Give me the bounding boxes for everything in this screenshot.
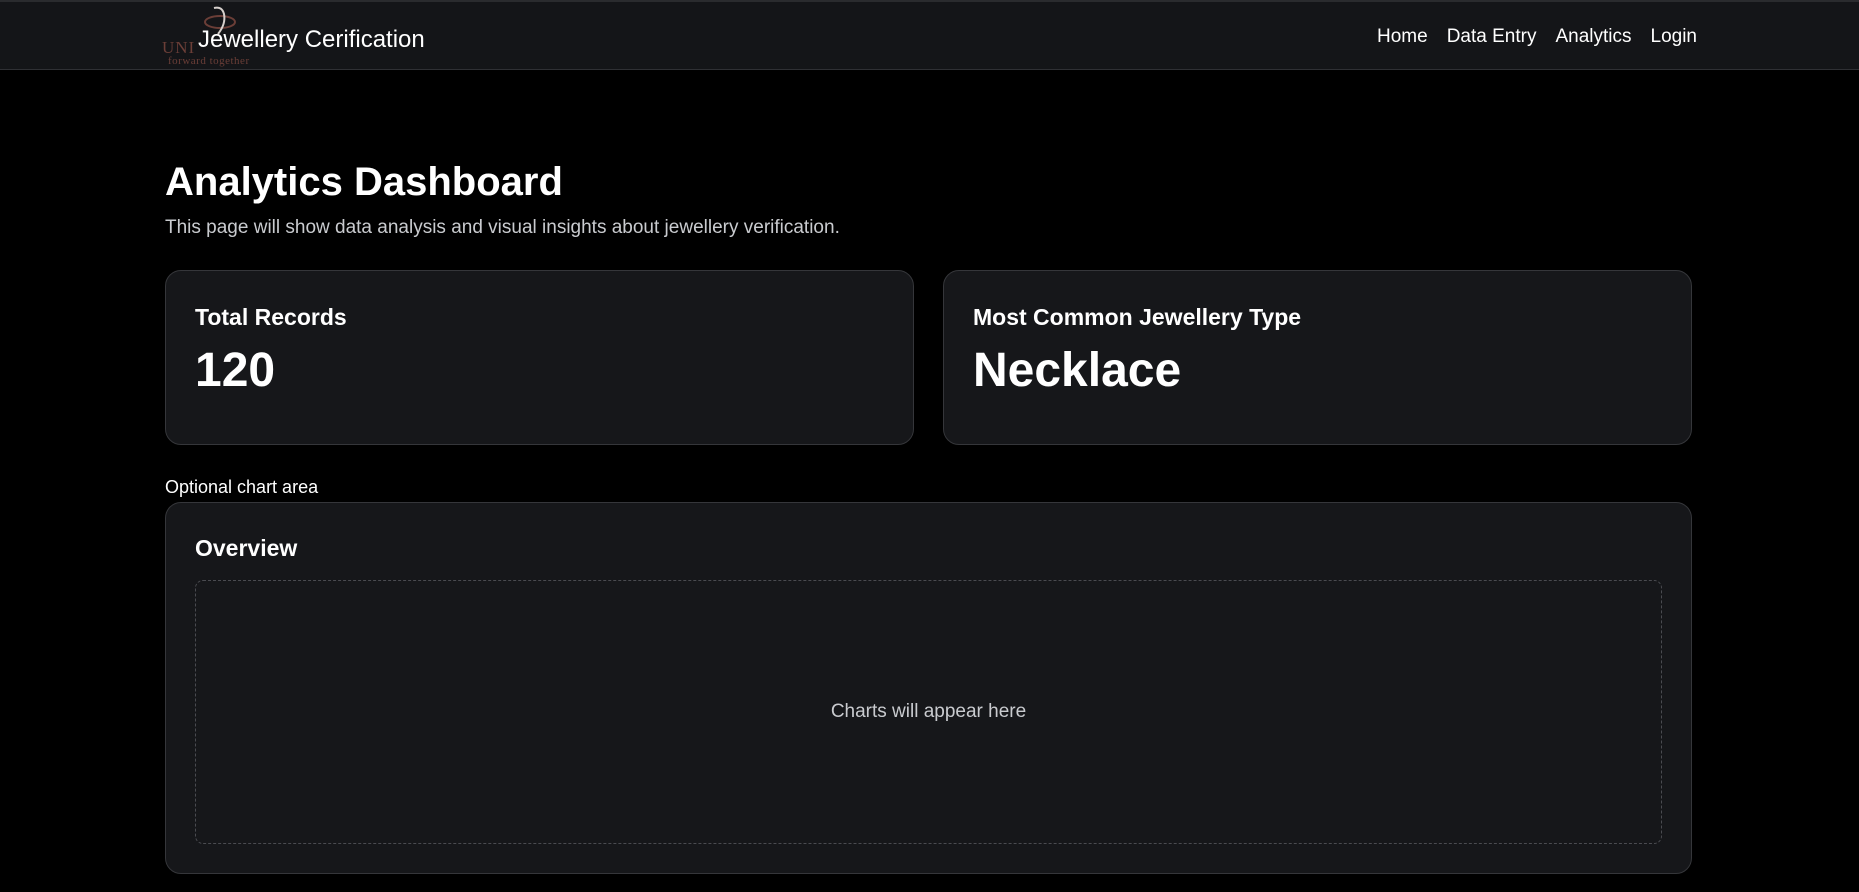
overview-card: Overview Charts will appear here xyxy=(165,502,1692,874)
nav-link-data-entry[interactable]: Data Entry xyxy=(1447,26,1537,48)
most-common-type-card: Most Common Jewellery Type Necklace xyxy=(943,270,1692,445)
card-value: 120 xyxy=(195,344,276,397)
nav-link-home[interactable]: Home xyxy=(1377,26,1428,48)
page-title: Analytics Dashboard xyxy=(165,160,563,204)
logo-tagline: forward together xyxy=(168,55,250,67)
card-value: Necklace xyxy=(973,344,1182,397)
top-navbar: UNI forward together Jewellery Cerificat… xyxy=(0,0,1859,70)
nav-link-login[interactable]: Login xyxy=(1651,26,1698,48)
overview-title: Overview xyxy=(195,535,298,561)
chart-area-caption: Optional chart area xyxy=(165,477,319,497)
card-label: Total Records xyxy=(195,304,347,330)
card-label: Most Common Jewellery Type xyxy=(973,304,1302,330)
chart-placeholder: Charts will appear here xyxy=(195,580,1662,844)
brand-link[interactable]: UNI forward together Jewellery Cerificat… xyxy=(162,4,462,70)
chart-placeholder-text: Charts will appear here xyxy=(830,701,1027,722)
brand-title: Jewellery Cerification xyxy=(198,26,425,53)
page-description: This page will show data analysis and vi… xyxy=(165,217,840,238)
nav-link-analytics[interactable]: Analytics xyxy=(1555,26,1631,48)
nav-links: Home Data Entry Analytics Login xyxy=(1377,26,1697,48)
total-records-card: Total Records 120 xyxy=(165,270,914,445)
